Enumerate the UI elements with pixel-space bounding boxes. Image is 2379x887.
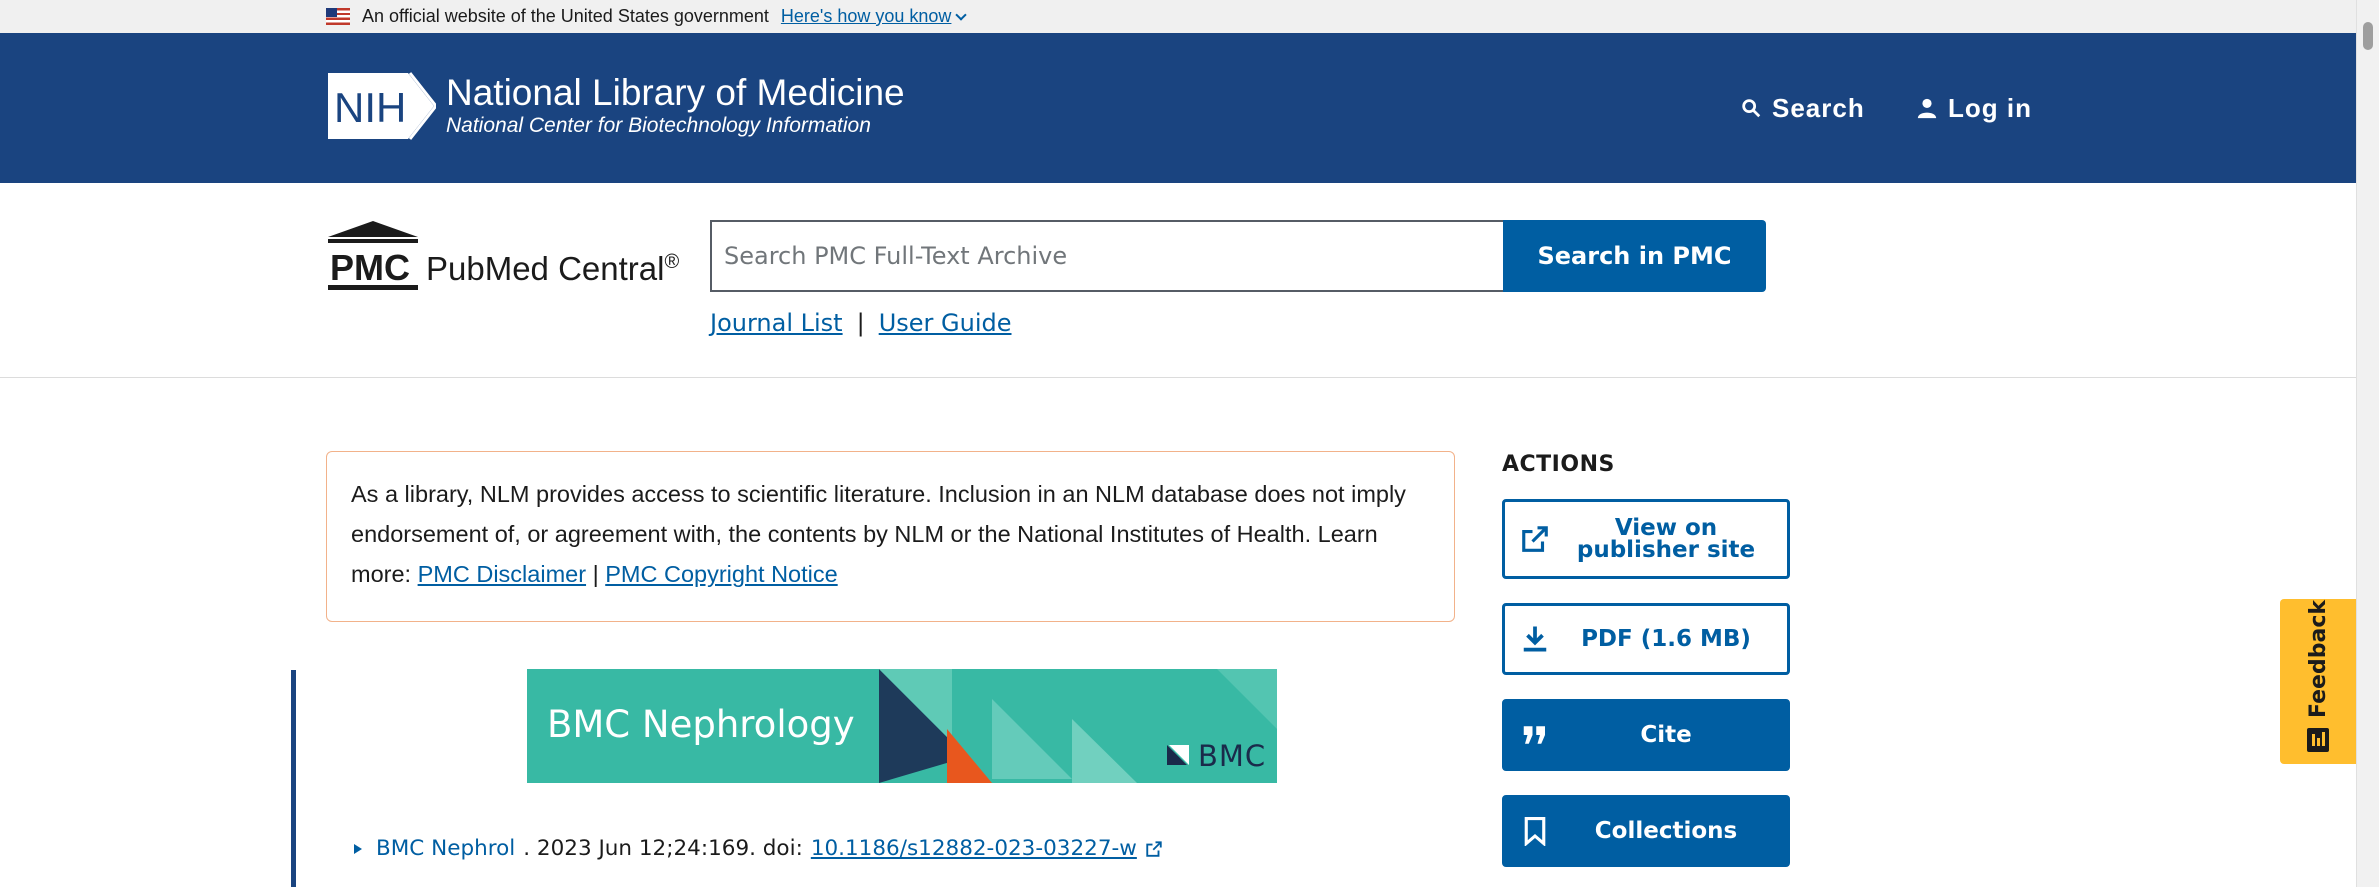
search-icon: [1742, 99, 1761, 118]
pdf-download-button[interactable]: PDF (1.6 MB): [1502, 603, 1790, 675]
user-guide-link[interactable]: User Guide: [879, 309, 1012, 337]
disclaimer-separator: |: [592, 561, 599, 587]
gov-banner: An official website of the United States…: [0, 0, 2356, 33]
login-button[interactable]: Log in: [1916, 88, 2032, 128]
nlm-logo-link[interactable]: NIH National Library of Medicine Nationa…: [326, 71, 905, 141]
header-search-button[interactable]: Search: [1740, 88, 1865, 128]
us-flag-icon: [326, 8, 350, 25]
heres-how-you-know-label: Here's how you know: [780, 6, 952, 26]
pmc-name-text: PubMed Central: [426, 250, 665, 287]
pmc-logo-icon: PMC: [326, 219, 420, 296]
link-separator: |: [856, 309, 865, 337]
pmc-logo-link[interactable]: PMC PubMed Central®: [326, 219, 679, 296]
journal-banner[interactable]: BMC Nephrology BMC: [527, 669, 1277, 783]
feedback-icon: [2307, 728, 2329, 752]
search-in-pmc-button[interactable]: Search in PMC: [1503, 220, 1766, 292]
header-search-label: Search: [1772, 92, 1865, 123]
page-scrollbar[interactable]: [2356, 0, 2379, 887]
article-left-rule: [291, 670, 296, 887]
collections-label: Collections: [1594, 818, 1738, 844]
pmc-search-bar: PMC PubMed Central® Search in PMC Journa…: [0, 183, 2356, 378]
bookmark-icon: [1505, 816, 1565, 846]
nlm-title: National Library of Medicine: [446, 72, 905, 113]
user-icon: [1917, 98, 1937, 119]
feedback-label: Feedback: [2305, 600, 2331, 718]
ncbi-subtitle: National Center for Biotechnology Inform…: [446, 114, 871, 137]
registered-mark: ®: [664, 251, 680, 273]
doi-link[interactable]: 10.1186/s12882-023-03227-w: [811, 836, 1137, 861]
cite-label: Cite: [1640, 722, 1692, 748]
nih-header: NIH National Library of Medicine Nationa…: [0, 33, 2356, 183]
citation-details: . 2023 Jun 12;24:169. doi:: [523, 836, 803, 861]
pdf-label: PDF (1.6 MB): [1581, 626, 1751, 652]
actions-heading: ACTIONS: [1502, 452, 1615, 477]
journal-link[interactable]: BMC Nephrol: [376, 836, 515, 861]
pmc-search-input[interactable]: [710, 220, 1504, 292]
gov-banner-content: An official website of the United States…: [326, 0, 968, 33]
expand-triangle-icon[interactable]: [354, 843, 362, 854]
nlm-title-block: National Library of Medicine National Ce…: [446, 73, 905, 139]
view-publisher-line1: View on: [1614, 515, 1718, 541]
nlm-disclaimer-box: As a library, NLM provides access to sci…: [326, 451, 1455, 622]
external-link-icon: [1505, 524, 1565, 554]
disclaimer-text: As a library, NLM provides access to sci…: [351, 481, 1406, 547]
quote-icon: [1505, 720, 1565, 750]
chevron-down-icon: [955, 8, 968, 21]
view-publisher-label: View on publisher site: [1565, 515, 1787, 563]
scrollbar-thumb[interactable]: [2363, 22, 2373, 50]
pmc-links: Journal List | User Guide: [710, 309, 1012, 337]
heres-how-you-know-link[interactable]: Here's how you know: [780, 6, 968, 27]
cite-button[interactable]: Cite: [1502, 699, 1790, 771]
pmc-name: PubMed Central®: [426, 250, 679, 296]
article-citation: BMC Nephrol . 2023 Jun 12;24:169. doi: 1…: [354, 836, 1163, 861]
gov-banner-text: An official website of the United States…: [362, 6, 769, 26]
login-label: Log in: [1948, 92, 2032, 123]
view-on-publisher-site-button[interactable]: View on publisher site: [1502, 499, 1790, 579]
nih-logo-text: NIH: [334, 84, 406, 131]
bmc-brand: BMC: [1198, 739, 1267, 773]
collections-button[interactable]: Collections: [1502, 795, 1790, 867]
feedback-tab[interactable]: Feedback: [2280, 599, 2356, 764]
pmc-disclaimer-link[interactable]: PMC Disclaimer: [418, 561, 586, 587]
pmc-logo-text: PMC: [330, 247, 410, 288]
journal-list-link[interactable]: Journal List: [710, 309, 843, 337]
nih-logo-icon: NIH: [326, 71, 438, 141]
external-link-icon: [1145, 836, 1163, 861]
journal-banner-title: BMC Nephrology: [547, 703, 855, 746]
view-publisher-line2: publisher site: [1576, 537, 1756, 563]
download-icon: [1505, 624, 1565, 654]
pmc-copyright-notice-link[interactable]: PMC Copyright Notice: [605, 561, 837, 587]
